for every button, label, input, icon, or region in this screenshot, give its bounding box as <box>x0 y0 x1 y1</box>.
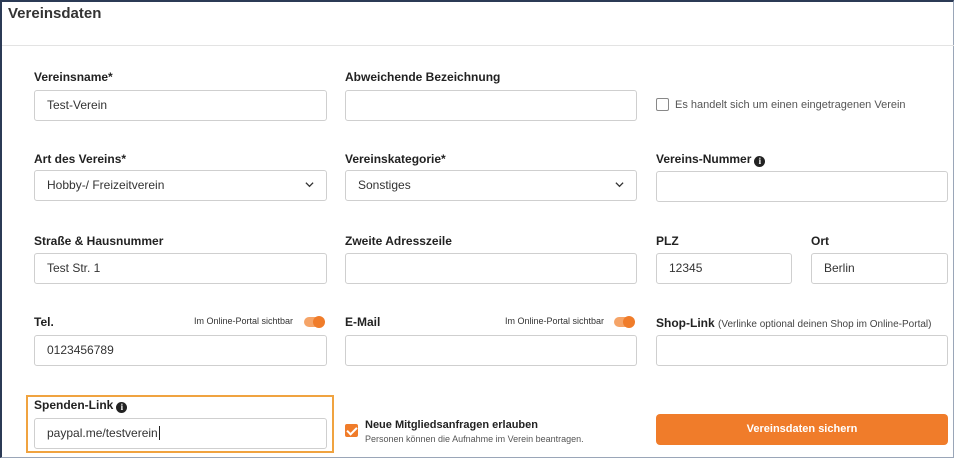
spenden-link-input[interactable]: paypal.me/testverein <box>34 418 327 449</box>
tel-visibility-toggle[interactable] <box>304 316 325 328</box>
tel-visibility-label: Im Online-Portal sichtbar <box>194 316 294 326</box>
spenden-link-value: paypal.me/testverein <box>47 426 158 440</box>
mitgliedsanfragen-title: Neue Mitgliedsanfragen erlauben <box>365 419 538 431</box>
ort-label: Ort <box>811 234 829 248</box>
vereins-nummer-label: Vereins-Nummer i <box>656 152 766 167</box>
kategorie-select[interactable]: Sonstiges <box>345 170 637 201</box>
card-header: Vereinsdaten <box>2 2 954 46</box>
tel-label: Tel. <box>34 315 54 329</box>
strasse-label: Straße & Hausnummer <box>34 234 164 248</box>
eingetragen-checkbox[interactable] <box>656 98 669 111</box>
mitgliedsanfragen-subtitle: Personen können die Aufnahme im Verein b… <box>365 434 584 444</box>
plz-label: PLZ <box>656 234 679 248</box>
kategorie-label: Vereinskategorie* <box>345 152 446 166</box>
mitgliedsanfragen-checkbox[interactable] <box>345 424 358 437</box>
tel-input[interactable]: 0123456789 <box>34 335 327 366</box>
chevron-down-icon <box>615 182 624 188</box>
info-icon[interactable]: i <box>754 156 766 167</box>
email-input[interactable] <box>345 335 637 366</box>
text-cursor <box>158 426 160 440</box>
plz-input[interactable]: 12345 <box>656 253 792 284</box>
vereinsname-input[interactable]: Test-Verein <box>34 90 327 121</box>
vereinsname-label: Vereinsname* <box>34 70 113 84</box>
page-title: Vereinsdaten <box>8 5 102 22</box>
eingetragen-label: Es handelt sich um einen eingetragenen V… <box>675 99 906 111</box>
zweite-adresszeile-label: Zweite Adresszeile <box>345 234 452 248</box>
save-button[interactable]: Vereinsdaten sichern <box>656 414 948 445</box>
abweichende-bezeichnung-label: Abweichende Bezeichnung <box>345 70 501 84</box>
strasse-input[interactable]: Test Str. 1 <box>34 253 327 284</box>
email-visibility-label: Im Online-Portal sichtbar <box>505 316 605 326</box>
shop-link-input[interactable] <box>656 335 948 366</box>
shop-link-label-text: Shop-Link <box>656 316 715 330</box>
spenden-link-label: Spenden-Link i <box>34 398 128 413</box>
abweichende-bezeichnung-input[interactable] <box>345 90 637 121</box>
toggle-knob <box>313 316 325 328</box>
zweite-adresszeile-input[interactable] <box>345 253 637 284</box>
vereins-nummer-input[interactable] <box>656 171 948 202</box>
info-icon[interactable]: i <box>116 402 128 413</box>
toggle-knob <box>623 316 635 328</box>
chevron-down-icon <box>305 182 314 188</box>
art-select-value: Hobby-/ Freizeitverein <box>47 178 165 192</box>
ort-input[interactable]: Berlin <box>811 253 948 284</box>
kategorie-select-value: Sonstiges <box>358 178 411 192</box>
shop-link-sublabel: (Verlinke optional deinen Shop im Online… <box>718 319 932 330</box>
shop-link-label: Shop-Link (Verlinke optional deinen Shop… <box>656 316 931 332</box>
window-frame <box>0 0 954 458</box>
art-label: Art des Vereins* <box>34 152 127 166</box>
spenden-link-label-text: Spenden-Link <box>34 398 114 412</box>
email-label: E-Mail <box>345 315 381 329</box>
art-select[interactable]: Hobby-/ Freizeitverein <box>34 170 327 201</box>
email-visibility-toggle[interactable] <box>614 316 635 328</box>
vereins-nummer-label-text: Vereins-Nummer <box>656 152 752 166</box>
